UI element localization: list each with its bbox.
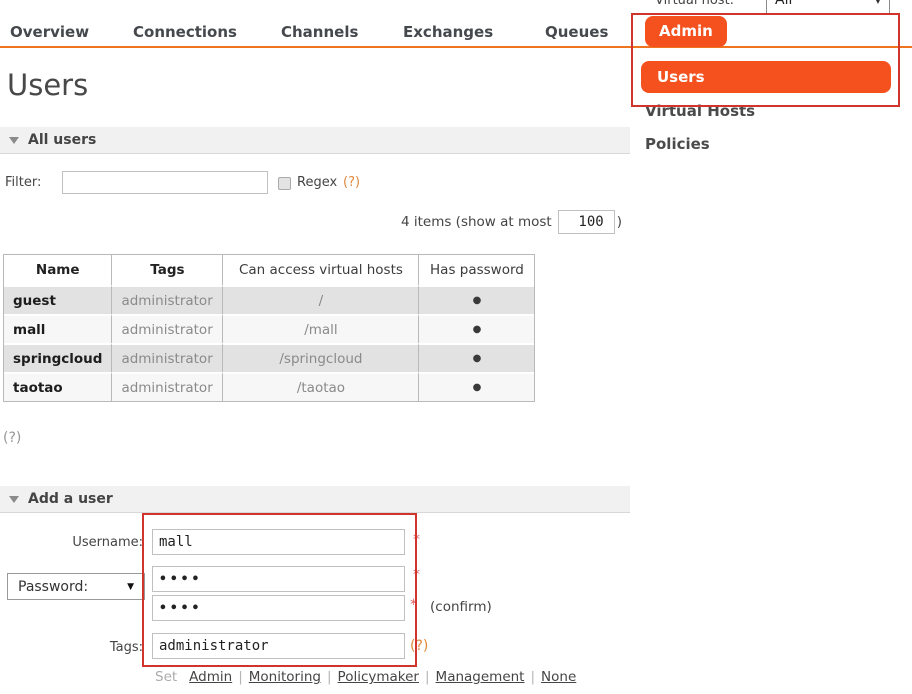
regex-help-link[interactable]: (?) [343,175,360,190]
table-row: guest administrator / ● [4,285,534,314]
filter-label: Filter: [5,175,41,190]
required-asterisk: * [410,597,417,613]
required-asterisk: * [413,567,420,583]
table-row: mall administrator /mall ● [4,314,534,343]
username-label: Username: [0,535,143,550]
user-tags: administrator [111,285,222,314]
has-password-dot: ● [418,285,534,314]
section-header-add-user[interactable]: Add a user [0,486,630,513]
user-vhosts: /mall [222,314,418,343]
table-row: taotao administrator /taotao ● [4,372,534,401]
user-name-link[interactable]: springcloud [4,343,111,372]
tag-shortcut-row: Set Admin | Monitoring | Policymaker | Manageme… [155,669,576,685]
user-tags: administrator [111,314,222,343]
set-link-none[interactable]: None [541,669,576,685]
has-password-dot: ● [418,343,534,372]
password-field[interactable] [152,566,405,592]
separator: | [425,669,430,685]
user-tags: administrator [111,372,222,401]
tab-channels[interactable]: Channels [281,23,358,41]
collapse-triangle-icon [9,137,19,144]
required-asterisk: * [413,532,420,548]
password-confirm-field[interactable] [152,595,405,621]
col-has-password: Has password [418,255,534,285]
separator: | [530,669,535,685]
tab-connections[interactable]: Connections [133,23,237,41]
separator: | [238,669,243,685]
items-count-text: 4 items (show at most [401,214,552,230]
tab-queues[interactable]: Queues [545,23,608,41]
set-link-monitoring[interactable]: Monitoring [249,669,321,685]
password-select-label: Password: [18,579,88,595]
sidebar-item-policies[interactable]: Policies [645,135,710,153]
confirm-hint: (confirm) [430,599,492,615]
regex-checkbox[interactable] [278,177,291,190]
has-password-dot: ● [418,372,534,401]
filter-input[interactable] [62,171,268,194]
tab-overview[interactable]: Overview [10,23,89,41]
username-field[interactable] [152,529,405,555]
users-table: Name Tags Can access virtual hosts Has p… [3,254,535,402]
tags-label: Tags: [0,640,143,655]
table-header-row: Name Tags Can access virtual hosts Has p… [4,255,534,285]
user-vhosts: /taotao [222,372,418,401]
virtual-host-value: All [775,0,792,8]
items-count-row: 4 items (show at most ) [250,209,622,235]
sidebar-item-virtual-hosts[interactable]: Virtual Hosts [645,102,755,120]
regex-label: Regex [297,175,337,190]
table-row: springcloud administrator /springcloud ● [4,343,534,372]
tags-help-link[interactable]: (?) [410,638,428,654]
virtual-host-label: Virtual host: [655,0,734,8]
set-link-admin[interactable]: Admin [189,669,232,685]
col-tags: Tags [111,255,222,285]
set-label: Set [155,669,177,685]
sidebar-item-users[interactable]: Users [641,61,891,93]
user-vhosts: / [222,285,418,314]
user-name-link[interactable]: mall [4,314,111,343]
nav-underline [0,46,912,48]
user-tags: administrator [111,343,222,372]
set-link-policymaker[interactable]: Policymaker [338,669,419,685]
user-vhosts: /springcloud [222,343,418,372]
col-name: Name [4,255,111,285]
tags-field[interactable] [152,633,405,659]
password-type-select[interactable]: Password: ▼ [7,573,145,600]
tab-admin[interactable]: Admin [645,16,727,47]
section-title: All users [28,132,96,148]
has-password-dot: ● [418,314,534,343]
virtual-host-select[interactable]: All ▼ [766,0,890,14]
collapse-triangle-icon [9,496,19,503]
set-link-management[interactable]: Management [436,669,525,685]
chevron-down-icon: ▼ [127,582,134,592]
user-name-link[interactable]: taotao [4,372,111,401]
section-title: Add a user [28,491,113,507]
chevron-down-icon: ▼ [875,0,881,5]
col-vhosts: Can access virtual hosts [222,255,418,285]
section-header-all-users[interactable]: All users [0,127,630,154]
page-title: Users [7,68,88,102]
table-help-link[interactable]: (?) [3,430,21,446]
rabbitmq-admin-users-page: Virtual host: All ▼ Overview Connections… [0,0,912,694]
show-at-most-input[interactable] [558,210,615,234]
separator: | [327,669,332,685]
tab-exchanges[interactable]: Exchanges [403,23,493,41]
user-name-link[interactable]: guest [4,285,111,314]
items-count-suffix: ) [617,214,622,230]
